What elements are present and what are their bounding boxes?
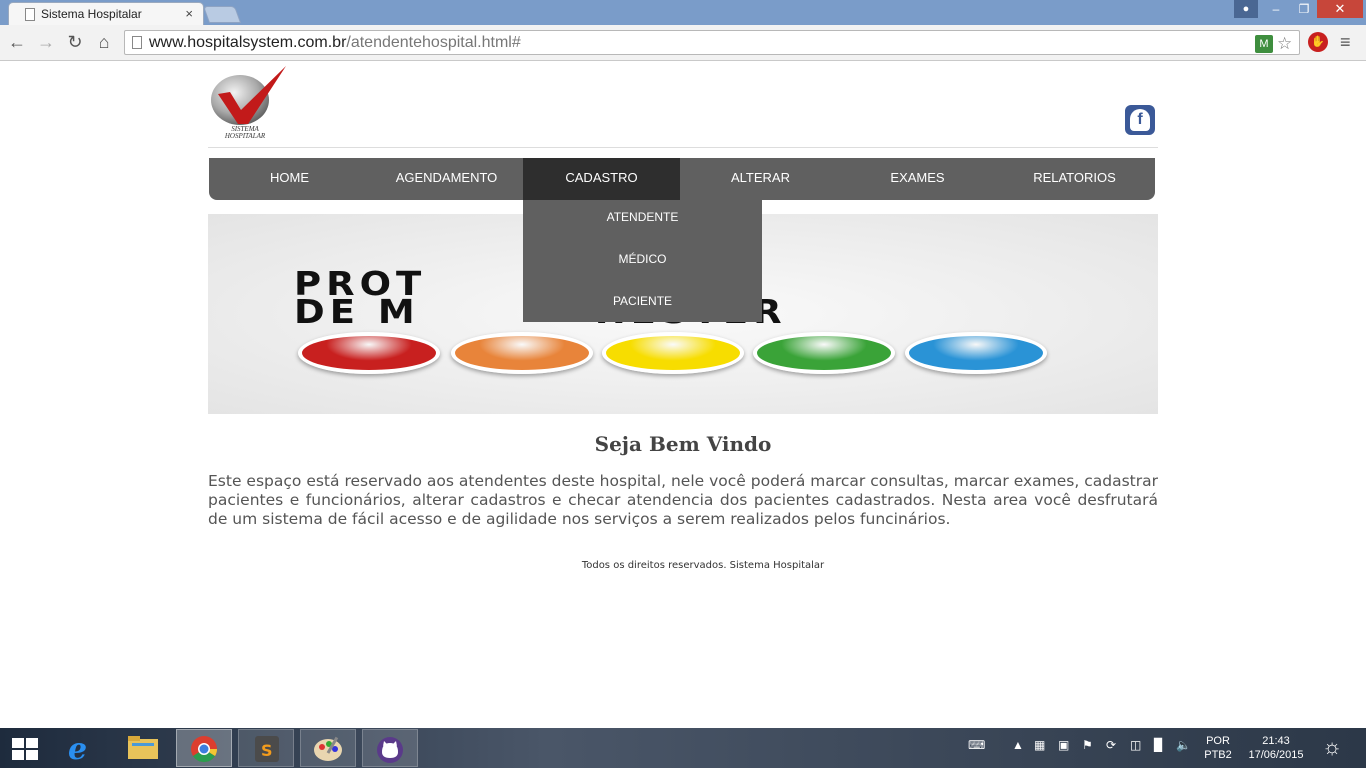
menu-item-relatorios[interactable]: RELATORIOS <box>996 158 1153 200</box>
tab-close-icon[interactable]: × <box>185 6 193 21</box>
tab-title: Sistema Hospitalar <box>41 7 142 21</box>
logo-text: SISTEMA HOSPITALAR <box>224 125 266 140</box>
back-button[interactable]: ← <box>6 32 28 53</box>
restore-button[interactable]: ❐ <box>1290 0 1318 18</box>
window-close-button[interactable]: ✕ <box>1317 0 1363 18</box>
cat-app-icon[interactable] <box>362 729 418 767</box>
adblock-icon[interactable]: ✋ <box>1308 32 1328 52</box>
dropdown-item-medico[interactable]: MÉDICO <box>523 252 762 266</box>
page-icon <box>132 36 142 49</box>
volume-muted-icon[interactable]: 🔈 <box>1176 738 1191 752</box>
svg-text:S: S <box>261 741 273 760</box>
clock[interactable]: 21:43 17/06/2015 <box>1244 734 1308 762</box>
keyboard-icon[interactable]: ⌨ <box>968 738 985 752</box>
page-title: Seja Bem Vindo <box>594 432 772 456</box>
brightness-icon[interactable]: ☼ <box>1322 734 1342 760</box>
dropdown-item-paciente[interactable]: PACIENTE <box>523 294 762 308</box>
home-button[interactable]: ⌂ <box>93 32 115 53</box>
signal-icon[interactable]: ▉ <box>1154 738 1163 752</box>
ie-icon[interactable]: e <box>53 729 109 767</box>
triage-blue-dot <box>905 332 1047 374</box>
menu-item-cadastro[interactable]: CADASTRO <box>523 158 680 200</box>
page-icon <box>25 8 35 21</box>
nvidia-icon[interactable]: ▣ <box>1058 738 1069 752</box>
url-text[interactable]: www.hospitalsystem.com.br/atendentehospi… <box>149 34 521 52</box>
chrome-icon[interactable] <box>176 729 232 767</box>
user-icon[interactable]: ● <box>1234 0 1258 18</box>
sublime-text-icon[interactable]: S <box>238 729 294 767</box>
dropdown-item-atendente[interactable]: ATENDENTE <box>523 210 762 224</box>
tray-expand-icon[interactable]: ▲ <box>1012 738 1024 752</box>
header-divider <box>208 147 1158 148</box>
menu-item-home[interactable]: HOME <box>211 158 368 200</box>
windows-taskbar: e S ⌨ ▲ ▦ ▣ ⚑ ⟳ ◫ ▉ 🔈 POR PTB2 21:43 17/… <box>0 728 1366 768</box>
windows-tray-icon[interactable]: ▦ <box>1034 738 1045 752</box>
facebook-icon[interactable]: f <box>1125 105 1155 135</box>
address-bar[interactable]: www.hospitalsystem.com.br/atendentehospi… <box>124 30 1300 55</box>
chrome-menu-icon[interactable]: ≡ <box>1340 32 1351 53</box>
new-tab-button[interactable] <box>202 6 242 23</box>
browser-tab[interactable]: Sistema Hospitalar × <box>8 2 204 25</box>
cadastro-dropdown: ATENDENTE MÉDICO PACIENTE <box>523 200 762 322</box>
menu-item-alterar[interactable]: ALTERAR <box>682 158 839 200</box>
extension-icon[interactable]: M <box>1255 35 1273 53</box>
intro-text: Este espaço está reservado aos atendente… <box>208 472 1158 528</box>
footer-text: Todos os direitos reservados. Sistema Ho… <box>581 560 825 571</box>
language-indicator[interactable]: POR PTB2 <box>1202 734 1234 762</box>
browser-titlebar: Sistema Hospitalar × ● ‒ ❐ ✕ <box>0 0 1366 25</box>
network-sync-icon[interactable]: ⟳ <box>1106 738 1116 752</box>
menu-item-agendamento[interactable]: AGENDAMENTO <box>368 158 525 200</box>
bookmark-star-icon[interactable]: ☆ <box>1277 35 1295 53</box>
triage-red-dot <box>298 332 440 374</box>
svg-text:e: e <box>68 732 87 767</box>
forward-button[interactable]: → <box>35 32 57 53</box>
flag-icon[interactable]: ⚑ <box>1082 738 1093 752</box>
browser-toolbar: ← → ↻ ⌂ www.hospitalsystem.com.br/atende… <box>0 25 1366 61</box>
triage-green-dot <box>753 332 895 374</box>
reload-button[interactable]: ↻ <box>64 32 86 53</box>
triage-yellow-dot <box>602 332 744 374</box>
file-explorer-icon[interactable] <box>115 729 171 767</box>
windows-start-icon[interactable] <box>12 738 38 760</box>
minimize-button[interactable]: ‒ <box>1262 0 1290 18</box>
triage-orange-dot <box>451 332 593 374</box>
menu-item-exames[interactable]: EXAMES <box>839 158 996 200</box>
power-icon[interactable]: ◫ <box>1130 738 1141 752</box>
paint-icon[interactable] <box>300 729 356 767</box>
main-menu: HOME AGENDAMENTO CADASTRO ALTERAR EXAMES… <box>209 158 1155 200</box>
